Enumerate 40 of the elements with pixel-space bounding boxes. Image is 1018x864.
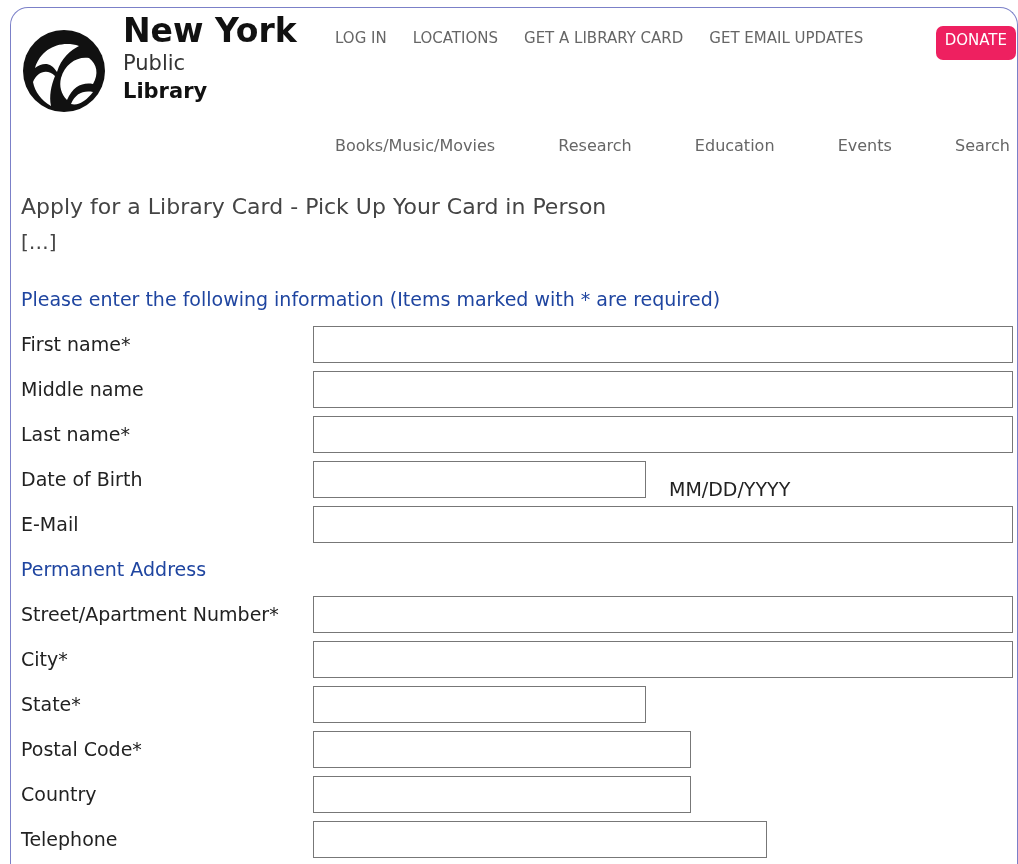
top-link[interactable]: LOCATIONS [412,27,498,50]
field-label: Street/Apartment Number* [21,601,280,627]
field-label: Postal Code* [21,736,143,762]
input-field[interactable] [313,775,691,813]
nav-link[interactable]: Events [837,133,892,158]
field-label: State* [21,691,82,717]
input-field[interactable] [313,325,1013,363]
input-field[interactable] [313,415,1013,453]
input-field[interactable] [313,640,1013,678]
donate-button[interactable]: DONATE [935,26,1016,60]
section-heading: Permanent Address [21,556,208,582]
input-field[interactable] [313,820,767,858]
top-link[interactable]: LOG IN [335,27,387,50]
date-format-hint: MM/DD/YYYY [669,476,791,502]
top-link[interactable]: GET EMAIL UPDATES [709,27,864,50]
field-label: Country [21,781,98,807]
nav-link[interactable]: Education [694,133,775,158]
input-field[interactable] [313,460,646,498]
nav-link[interactable]: Search [955,133,1010,158]
input-field[interactable] [313,685,646,723]
field-label: E-Mail [21,511,80,537]
page-title: Apply for a Library Card - Pick Up Your Card in Person [21,192,608,221]
input-field[interactable] [313,730,691,768]
nav-link[interactable]: Research [558,133,632,158]
top-link[interactable]: GET A LIBRARY CARD [524,27,684,50]
field-label: Date of Birth [21,466,144,492]
input-field[interactable] [313,370,1013,408]
nav-link[interactable]: Books/Music/Movies [335,133,496,158]
field-label: Telephone [21,826,119,852]
input-field[interactable] [313,595,1013,633]
field-label: City* [21,646,69,672]
logo-subtitle: Public [123,53,187,74]
field-label: Middle name [21,376,145,402]
input-field[interactable] [313,505,1013,543]
ellipsis-text: […] [21,228,58,256]
logo-subtitle: Library [123,81,209,102]
field-label: Last name* [21,421,131,447]
logo-title: New York [123,14,297,47]
section-heading: Please enter the following information (Items marked with * are required) [21,286,722,312]
field-label: First name* [21,331,132,357]
